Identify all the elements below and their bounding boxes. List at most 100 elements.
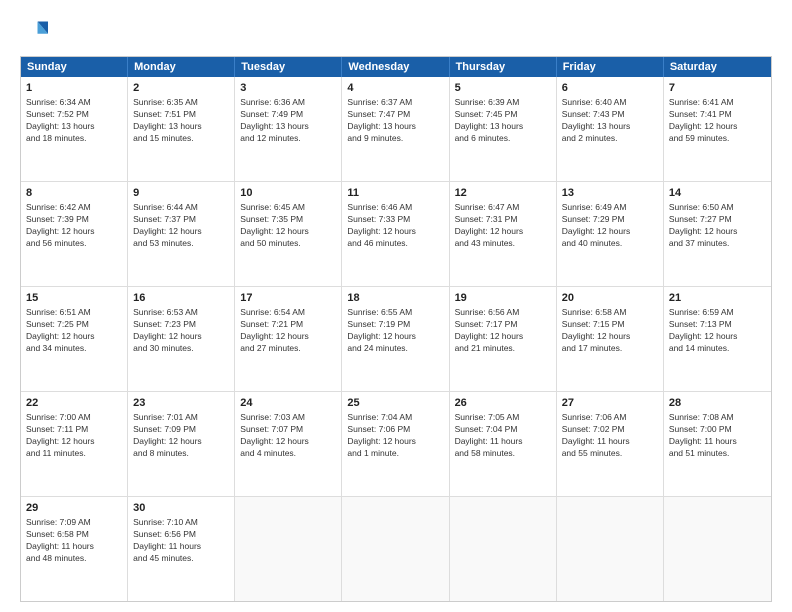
day-info: Sunrise: 6:42 AM Sunset: 7:39 PM Dayligh… [26,202,122,250]
day-info: Sunrise: 7:06 AM Sunset: 7:02 PM Dayligh… [562,412,658,460]
day-number: 2 [133,81,229,96]
day-number: 16 [133,291,229,306]
day-number: 3 [240,81,336,96]
calendar-day-25: 25Sunrise: 7:04 AM Sunset: 7:06 PM Dayli… [342,392,449,496]
calendar-row-5: 29Sunrise: 7:09 AM Sunset: 6:58 PM Dayli… [21,497,771,601]
calendar-day-2: 2Sunrise: 6:35 AM Sunset: 7:51 PM Daylig… [128,77,235,181]
day-number: 20 [562,291,658,306]
calendar-cell-empty [664,497,771,601]
day-info: Sunrise: 7:03 AM Sunset: 7:07 PM Dayligh… [240,412,336,460]
day-number: 4 [347,81,443,96]
calendar-row-4: 22Sunrise: 7:00 AM Sunset: 7:11 PM Dayli… [21,392,771,497]
day-number: 13 [562,186,658,201]
day-info: Sunrise: 6:34 AM Sunset: 7:52 PM Dayligh… [26,97,122,145]
day-info: Sunrise: 7:00 AM Sunset: 7:11 PM Dayligh… [26,412,122,460]
calendar-row-1: 1Sunrise: 6:34 AM Sunset: 7:52 PM Daylig… [21,77,771,182]
calendar-day-14: 14Sunrise: 6:50 AM Sunset: 7:27 PM Dayli… [664,182,771,286]
calendar-day-11: 11Sunrise: 6:46 AM Sunset: 7:33 PM Dayli… [342,182,449,286]
calendar-day-3: 3Sunrise: 6:36 AM Sunset: 7:49 PM Daylig… [235,77,342,181]
calendar-cell-empty [450,497,557,601]
day-number: 1 [26,81,122,96]
calendar-day-22: 22Sunrise: 7:00 AM Sunset: 7:11 PM Dayli… [21,392,128,496]
calendar-body: 1Sunrise: 6:34 AM Sunset: 7:52 PM Daylig… [21,77,771,601]
logo [20,18,52,46]
calendar: SundayMondayTuesdayWednesdayThursdayFrid… [20,56,772,602]
weekday-header-friday: Friday [557,57,664,77]
day-number: 5 [455,81,551,96]
calendar-day-18: 18Sunrise: 6:55 AM Sunset: 7:19 PM Dayli… [342,287,449,391]
day-number: 6 [562,81,658,96]
day-number: 30 [133,501,229,516]
calendar-day-8: 8Sunrise: 6:42 AM Sunset: 7:39 PM Daylig… [21,182,128,286]
calendar-day-16: 16Sunrise: 6:53 AM Sunset: 7:23 PM Dayli… [128,287,235,391]
day-number: 14 [669,186,766,201]
calendar-day-23: 23Sunrise: 7:01 AM Sunset: 7:09 PM Dayli… [128,392,235,496]
day-number: 21 [669,291,766,306]
day-info: Sunrise: 6:53 AM Sunset: 7:23 PM Dayligh… [133,307,229,355]
calendar-day-10: 10Sunrise: 6:45 AM Sunset: 7:35 PM Dayli… [235,182,342,286]
calendar-day-7: 7Sunrise: 6:41 AM Sunset: 7:41 PM Daylig… [664,77,771,181]
header [20,18,772,46]
logo-icon [20,18,48,46]
day-info: Sunrise: 7:01 AM Sunset: 7:09 PM Dayligh… [133,412,229,460]
weekday-header-monday: Monday [128,57,235,77]
day-info: Sunrise: 6:49 AM Sunset: 7:29 PM Dayligh… [562,202,658,250]
day-number: 18 [347,291,443,306]
calendar-row-3: 15Sunrise: 6:51 AM Sunset: 7:25 PM Dayli… [21,287,771,392]
calendar-day-26: 26Sunrise: 7:05 AM Sunset: 7:04 PM Dayli… [450,392,557,496]
calendar-day-12: 12Sunrise: 6:47 AM Sunset: 7:31 PM Dayli… [450,182,557,286]
calendar-day-29: 29Sunrise: 7:09 AM Sunset: 6:58 PM Dayli… [21,497,128,601]
weekday-header-wednesday: Wednesday [342,57,449,77]
weekday-header-thursday: Thursday [450,57,557,77]
day-info: Sunrise: 6:54 AM Sunset: 7:21 PM Dayligh… [240,307,336,355]
calendar-day-4: 4Sunrise: 6:37 AM Sunset: 7:47 PM Daylig… [342,77,449,181]
day-info: Sunrise: 6:47 AM Sunset: 7:31 PM Dayligh… [455,202,551,250]
day-number: 11 [347,186,443,201]
calendar-day-1: 1Sunrise: 6:34 AM Sunset: 7:52 PM Daylig… [21,77,128,181]
day-number: 28 [669,396,766,411]
day-info: Sunrise: 7:10 AM Sunset: 6:56 PM Dayligh… [133,517,229,565]
day-info: Sunrise: 6:37 AM Sunset: 7:47 PM Dayligh… [347,97,443,145]
day-number: 23 [133,396,229,411]
calendar-row-2: 8Sunrise: 6:42 AM Sunset: 7:39 PM Daylig… [21,182,771,287]
day-info: Sunrise: 7:09 AM Sunset: 6:58 PM Dayligh… [26,517,122,565]
calendar-day-19: 19Sunrise: 6:56 AM Sunset: 7:17 PM Dayli… [450,287,557,391]
day-info: Sunrise: 7:05 AM Sunset: 7:04 PM Dayligh… [455,412,551,460]
calendar-day-24: 24Sunrise: 7:03 AM Sunset: 7:07 PM Dayli… [235,392,342,496]
day-info: Sunrise: 6:35 AM Sunset: 7:51 PM Dayligh… [133,97,229,145]
weekday-header-sunday: Sunday [21,57,128,77]
calendar-day-15: 15Sunrise: 6:51 AM Sunset: 7:25 PM Dayli… [21,287,128,391]
day-info: Sunrise: 6:51 AM Sunset: 7:25 PM Dayligh… [26,307,122,355]
day-info: Sunrise: 6:40 AM Sunset: 7:43 PM Dayligh… [562,97,658,145]
day-number: 27 [562,396,658,411]
calendar-cell-empty [342,497,449,601]
day-info: Sunrise: 6:44 AM Sunset: 7:37 PM Dayligh… [133,202,229,250]
calendar-cell-empty [557,497,664,601]
day-number: 12 [455,186,551,201]
calendar-day-27: 27Sunrise: 7:06 AM Sunset: 7:02 PM Dayli… [557,392,664,496]
day-info: Sunrise: 6:50 AM Sunset: 7:27 PM Dayligh… [669,202,766,250]
day-info: Sunrise: 6:45 AM Sunset: 7:35 PM Dayligh… [240,202,336,250]
day-number: 17 [240,291,336,306]
day-number: 24 [240,396,336,411]
weekday-header-saturday: Saturday [664,57,771,77]
day-number: 10 [240,186,336,201]
day-info: Sunrise: 6:39 AM Sunset: 7:45 PM Dayligh… [455,97,551,145]
calendar-day-20: 20Sunrise: 6:58 AM Sunset: 7:15 PM Dayli… [557,287,664,391]
calendar-day-21: 21Sunrise: 6:59 AM Sunset: 7:13 PM Dayli… [664,287,771,391]
day-number: 29 [26,501,122,516]
calendar-day-30: 30Sunrise: 7:10 AM Sunset: 6:56 PM Dayli… [128,497,235,601]
calendar-cell-empty [235,497,342,601]
calendar-day-6: 6Sunrise: 6:40 AM Sunset: 7:43 PM Daylig… [557,77,664,181]
day-number: 22 [26,396,122,411]
day-info: Sunrise: 6:41 AM Sunset: 7:41 PM Dayligh… [669,97,766,145]
calendar-day-9: 9Sunrise: 6:44 AM Sunset: 7:37 PM Daylig… [128,182,235,286]
day-number: 25 [347,396,443,411]
page: SundayMondayTuesdayWednesdayThursdayFrid… [0,0,792,612]
day-info: Sunrise: 7:04 AM Sunset: 7:06 PM Dayligh… [347,412,443,460]
day-number: 7 [669,81,766,96]
day-number: 15 [26,291,122,306]
weekday-header-tuesday: Tuesday [235,57,342,77]
day-number: 19 [455,291,551,306]
day-number: 8 [26,186,122,201]
